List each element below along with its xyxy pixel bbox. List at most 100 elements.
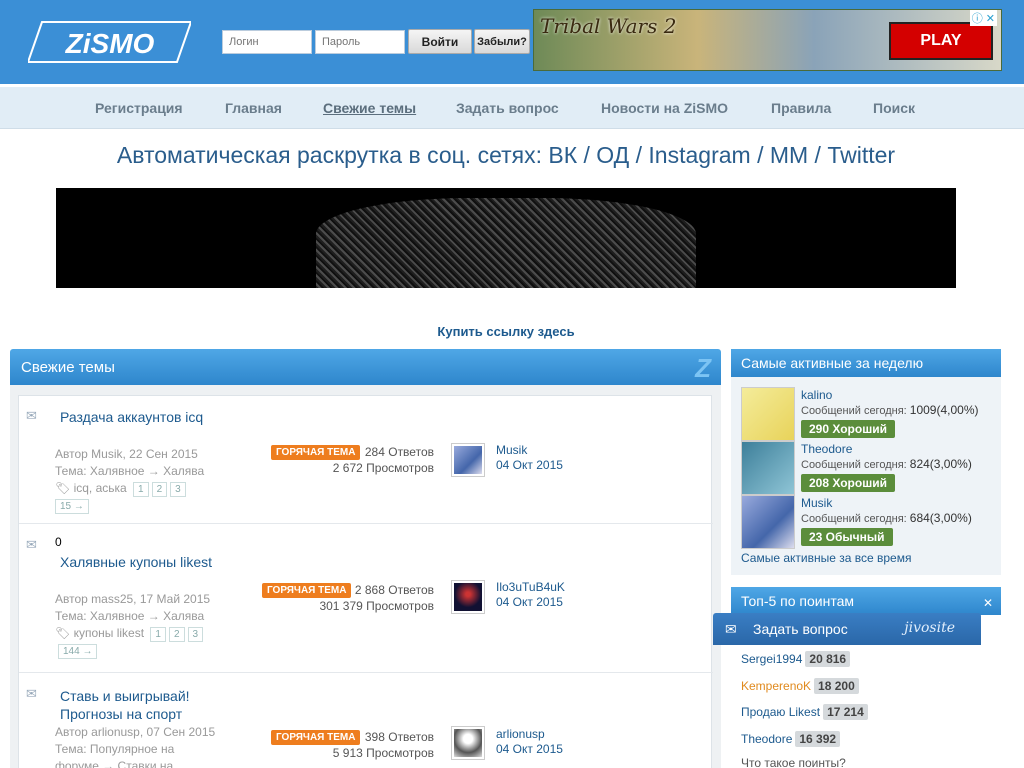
topic-stats: 398 Ответов 5 913 Просмотров: [309, 729, 434, 761]
nav-news[interactable]: Новости на ZiSMO: [601, 100, 728, 116]
ad-title: Tribal Wars 2: [540, 14, 677, 38]
all-time-active-link[interactable]: Самые активные за все время: [741, 551, 911, 565]
member-name[interactable]: Theodore: [801, 442, 852, 456]
nav-search[interactable]: Поиск: [873, 100, 915, 116]
nav-register[interactable]: Регистрация: [95, 100, 183, 116]
last-poster-name[interactable]: Ilo3uTuB4uK: [496, 580, 565, 595]
member-messages: Сообщений сегодня: 824(3,00%): [801, 457, 972, 471]
last-poster-avatar[interactable]: [451, 580, 485, 614]
member-item: Theodore Сообщений сегодня: 824(3,00%) 2…: [741, 441, 1001, 495]
reputation-badge: 208 Хороший: [801, 474, 895, 492]
page-link[interactable]: 2: [168, 627, 185, 642]
envelope-icon: ✉: [26, 537, 37, 552]
topics-box: ✉ Раздача аккаунтов icq Автор Musik, 22 …: [10, 385, 721, 768]
messages-count: 684(3,00%): [909, 511, 972, 525]
topic-meta: Автор Musik, 22 Сен 2015 Тема: Халявное …: [55, 446, 217, 514]
jivosite-chat-widget[interactable]: ✉ Задать вопрос jivosite: [713, 613, 981, 645]
banner-ad[interactable]: [56, 188, 956, 288]
view-count: 5 913 Просмотров: [332, 746, 434, 760]
page-link[interactable]: 1: [133, 482, 149, 497]
page-link[interactable]: 3: [187, 627, 204, 642]
topic-row: ✉ 0 Халявные купоны likest Автор mass25,…: [19, 525, 713, 673]
page-link[interactable]: 3: [170, 482, 186, 497]
page-link[interactable]: 144 →: [58, 644, 98, 659]
reply-count: 284 Ответов: [364, 445, 434, 459]
member-item: Musik Сообщений сегодня: 684(3,00%) 23 О…: [741, 495, 1001, 549]
top5-item: Продаю Likest 17 214: [741, 704, 868, 720]
member-name[interactable]: Musik: [801, 496, 832, 510]
topic-tags[interactable]: icq, аська: [74, 481, 127, 495]
topic-meta-text: Автор mass25, 17 Май 2015 Тема: Халявное…: [55, 592, 211, 623]
top5-name[interactable]: Sergei1994: [741, 652, 802, 666]
reply-count: 2 868 Ответов: [354, 583, 434, 597]
member-messages: Сообщений сегодня: 1009(4,00%): [801, 403, 979, 417]
topic-stats: 284 Ответов 2 672 Просмотров: [309, 444, 434, 476]
member-avatar[interactable]: [741, 441, 795, 495]
envelope-icon: ✉: [26, 686, 37, 701]
forgot-password-button[interactable]: Забыли?: [474, 29, 530, 54]
topic-meta: Автор arlionusp, 07 Сен 2015 Тема: Попул…: [55, 724, 217, 768]
promo-link[interactable]: Автоматическая раскрутка в соц. сетях: В…: [0, 142, 1012, 169]
tag-icon: 🏷: [55, 626, 71, 640]
envelope-icon: ✉: [725, 621, 737, 637]
top5-points: 16 392: [795, 731, 841, 747]
jivosite-logo: jivosite: [904, 620, 955, 636]
topic-row: ✉ Ставь и выигрывай! Прогнозы на спорт А…: [19, 674, 713, 768]
top5-header: Топ-5 по поинтам: [731, 587, 1001, 615]
header-ad-banner[interactable]: Tribal Wars 2 PLAY ⓘ ✕: [533, 9, 1002, 71]
topic-meta-text: Автор Musik, 22 Сен 2015 Тема: Халявное …: [55, 447, 205, 478]
nav-rules[interactable]: Правила: [771, 100, 831, 116]
login-button[interactable]: Войти: [408, 29, 472, 54]
ad-close-icon[interactable]: ⓘ ✕: [969, 10, 997, 26]
messages-label: Сообщений сегодня:: [801, 405, 907, 417]
topic-row: ✉ Раздача аккаунтов icq Автор Musik, 22 …: [19, 396, 713, 524]
top5-name[interactable]: KemperenoK: [741, 679, 811, 693]
messages-count: 1009(4,00%): [909, 403, 979, 417]
last-post-info: Musik 04 Окт 2015: [496, 443, 563, 473]
last-post-date[interactable]: 04 Окт 2015: [496, 458, 563, 473]
member-name[interactable]: kalino: [801, 388, 832, 402]
member-avatar[interactable]: [741, 387, 795, 441]
top5-name[interactable]: Theodore: [741, 732, 792, 746]
topics-list: ✉ Раздача аккаунтов icq Автор Musik, 22 …: [18, 395, 713, 768]
site-header: ZiSMO Войти Забыли? Tribal Wars 2 PLAY ⓘ…: [0, 0, 1024, 84]
top5-item: Sergei1994 20 816: [741, 651, 851, 667]
top5-item: KemperenoK 18 200: [741, 678, 859, 694]
topic-title[interactable]: Раздача аккаунтов icq: [60, 408, 220, 426]
top5-points: 17 214: [823, 704, 868, 720]
last-post-date[interactable]: 04 Окт 2015: [496, 595, 565, 610]
zismo-logo[interactable]: ZiSMO: [28, 20, 191, 64]
main-nav: Регистрация Главная Свежие темы Задать в…: [0, 87, 1024, 129]
last-poster-name[interactable]: arlionusp: [496, 727, 563, 742]
topic-meta: Автор mass25, 17 Май 2015 Тема: Халявное…: [55, 591, 217, 659]
ad-play-button[interactable]: PLAY: [889, 22, 993, 60]
top5-item: Theodore 16 392: [741, 731, 841, 747]
login-input[interactable]: [222, 30, 312, 54]
close-icon[interactable]: ✕: [983, 596, 993, 610]
topic-title[interactable]: Ставь и выигрывай! Прогнозы на спорт: [60, 687, 230, 723]
last-post-date[interactable]: 04 Окт 2015: [496, 742, 563, 757]
last-poster-avatar[interactable]: [451, 443, 485, 477]
nav-ask-question[interactable]: Задать вопрос: [456, 100, 559, 116]
topic-title[interactable]: Халявные купоны likest: [60, 553, 220, 571]
page-link[interactable]: 2: [151, 482, 168, 497]
points-info-link[interactable]: Что такое поинты?: [741, 756, 846, 768]
buy-link[interactable]: Купить ссылку здесь: [0, 324, 1012, 339]
nav-fresh-topics[interactable]: Свежие темы: [323, 100, 416, 116]
ask-question-label[interactable]: Задать вопрос: [753, 621, 848, 637]
topic-meta-text: Автор arlionusp, 07 Сен 2015 Тема: Попул…: [55, 725, 216, 768]
reputation-badge: 23 Обычный: [801, 528, 893, 546]
nav-home[interactable]: Главная: [225, 100, 282, 116]
last-poster-name[interactable]: Musik: [496, 443, 563, 458]
view-count: 301 379 Просмотров: [319, 599, 434, 613]
last-post-info: arlionusp 04 Окт 2015: [496, 727, 563, 757]
top5-name[interactable]: Продаю Likest: [741, 705, 820, 719]
topic-tags[interactable]: купоны likest: [74, 626, 144, 640]
last-poster-avatar[interactable]: [451, 726, 485, 760]
member-avatar[interactable]: [741, 495, 795, 549]
page-link[interactable]: 15 →: [55, 499, 89, 514]
page-link[interactable]: 1: [150, 627, 166, 642]
password-input[interactable]: [315, 30, 405, 54]
logo-text: ZiSMO: [65, 28, 155, 59]
last-post-info: Ilo3uTuB4uK 04 Окт 2015: [496, 580, 565, 610]
